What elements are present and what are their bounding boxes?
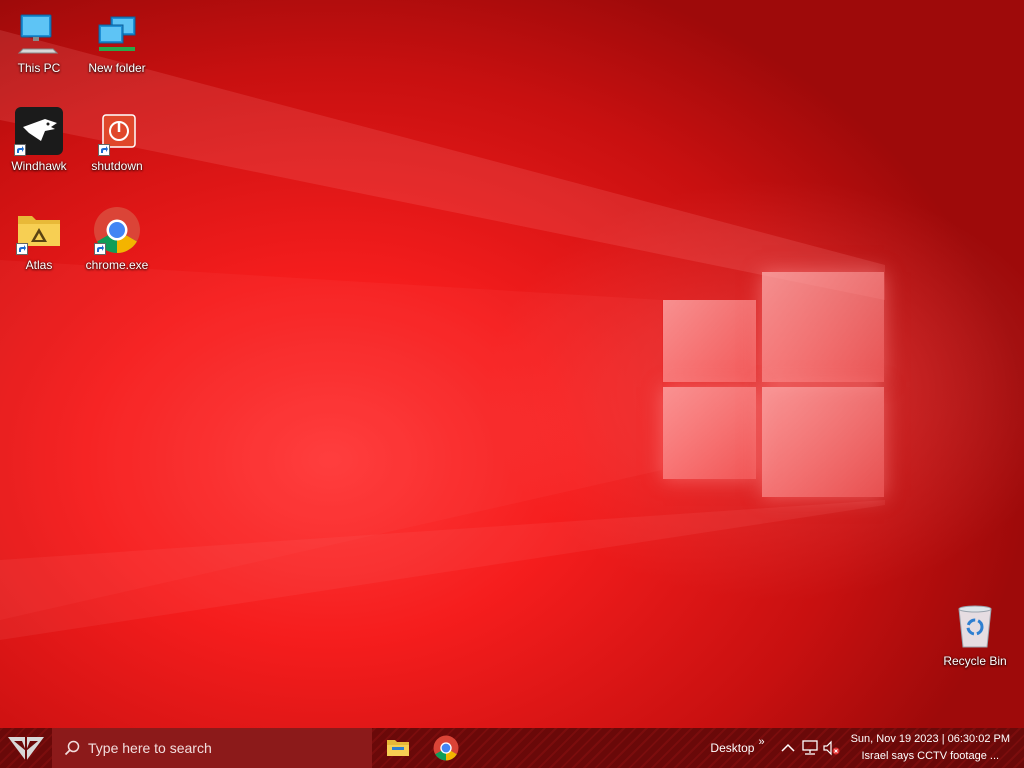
clock[interactable]: Sun, Nov 19 2023 | 06:30:02 PM Israel sa… (851, 731, 1010, 765)
search-box[interactable]: Type here to search (52, 728, 372, 768)
clock-news-ticker: Israel says CCTV footage ... (861, 750, 1000, 762)
search-icon (64, 740, 80, 756)
taskbar-app-file-explorer[interactable] (374, 728, 422, 768)
shortcut-arrow-icon (14, 144, 26, 156)
desktop-toolbar-label[interactable]: Desktop (710, 741, 754, 755)
desktop-icon-label: New folder (88, 61, 146, 75)
desktop[interactable]: This PC New folder Windhawk shutdown Atl… (0, 0, 1024, 728)
shortcut-arrow-icon (98, 144, 110, 156)
desktop-icon-label: shutdown (91, 159, 143, 173)
recycle-bin-icon (950, 601, 1000, 651)
desktop-icon-label: This PC (17, 61, 61, 75)
desktop-icon-recycle-bin[interactable]: Recycle Bin (937, 601, 1013, 685)
network-icon[interactable] (799, 740, 821, 756)
desktop-icon-windhawk[interactable]: Windhawk (1, 106, 77, 190)
shortcut-arrow-icon (16, 243, 28, 255)
folder-icon (14, 205, 64, 255)
desktop-icon-this-pc[interactable]: This PC (1, 8, 77, 92)
desktop-icon-new-folder[interactable]: New folder (79, 8, 155, 92)
taskbar: Type here to search Desktop » Sun, Nov 1… (0, 728, 1024, 768)
chrome-icon (433, 735, 459, 761)
network-computers-icon (92, 8, 142, 58)
volume-muted-icon[interactable] (821, 740, 843, 756)
clock-datetime: Sun, Nov 19 2023 | 06:30:02 PM (850, 733, 1010, 745)
desktop-icon-chrome[interactable]: chrome.exe (79, 205, 155, 289)
eagle-icon (14, 106, 64, 156)
search-placeholder: Type here to search (88, 740, 212, 756)
power-icon (92, 106, 142, 156)
desktop-icon-atlas[interactable]: Atlas (1, 205, 77, 289)
show-hidden-icons-button[interactable] (777, 743, 799, 753)
toolbar-overflow-chevron[interactable]: » (758, 736, 764, 748)
desktop-icon-shutdown[interactable]: shutdown (79, 106, 155, 190)
start-logo-icon (8, 737, 44, 761)
desktop-icon-label: Windhawk (11, 159, 67, 173)
shortcut-arrow-icon (94, 243, 106, 255)
chrome-icon (92, 205, 142, 255)
chevron-up-icon (781, 743, 795, 752)
file-explorer-icon (387, 740, 409, 756)
taskbar-app-chrome[interactable] (422, 728, 470, 768)
desktop-icon-label: chrome.exe (85, 258, 149, 272)
system-tray: Desktop » Sun, Nov 19 2023 | 06:30:02 PM… (710, 728, 1024, 768)
desktop-icon-label: Recycle Bin (943, 654, 1007, 668)
start-button[interactable] (0, 728, 52, 768)
monitor-icon (14, 8, 64, 58)
desktop-icon-label: Atlas (25, 258, 53, 272)
